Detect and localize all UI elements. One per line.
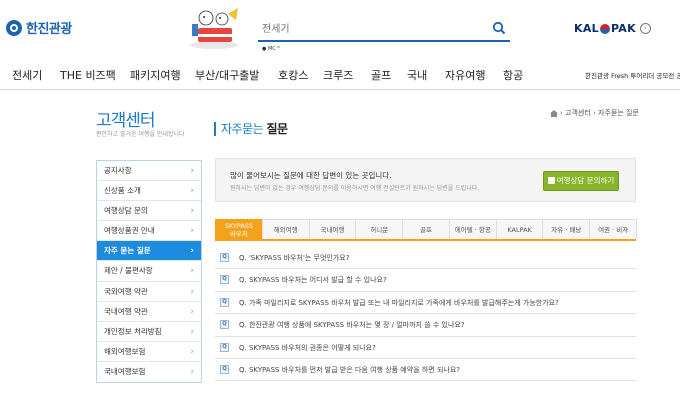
faq-item[interactable]: Q Q. SKYPASS 바우처를 먼저 발급 받은 다음 여행 상품 예약을 … — [215, 359, 636, 382]
mc-mark: ● MC™ — [262, 46, 281, 52]
nav-golf[interactable]: 골프 — [371, 67, 391, 83]
chevron-right-icon: › — [190, 366, 194, 377]
side-menu-notice[interactable]: 공지사항 › — [97, 161, 201, 182]
chevron-right-icon: › — [190, 306, 194, 317]
side-menu-privacy[interactable]: 개인정보 처리방침 › — [97, 322, 201, 342]
kalpak-logo[interactable]: KAL PAK › — [574, 22, 651, 35]
page-title-light: 자주묻는 — [221, 122, 267, 136]
chevron-right-icon: › — [190, 206, 194, 217]
tab-domestic[interactable]: 국내여행 — [308, 219, 357, 239]
site-header: 한진관광 ● MC™ KAL PAK › — [0, 0, 680, 60]
tab-skypass-voucher[interactable]: SKYPASS 바우처 — [215, 219, 263, 239]
nav-busan-daegu[interactable]: 부산/대구출발 — [195, 67, 259, 83]
page-title: 자주묻는 질문 — [214, 122, 288, 136]
customer-center-subtitle: 편안하고 즐거운 여행을 안내합니다 — [96, 131, 185, 138]
faq-question[interactable]: Q. SKYPASS 바우처를 먼저 발급 받은 다음 여행 상품 예약을 하면… — [239, 365, 460, 375]
chevron-right-icon: › — [190, 246, 194, 257]
nav-charter[interactable]: 전세기 — [12, 67, 42, 83]
tab-golf[interactable]: 골프 — [402, 219, 450, 239]
faq-question[interactable]: Q. 'SKYPASS 바우처'는 무엇인가요? — [239, 253, 349, 263]
question-icon: Q — [220, 342, 229, 352]
chevron-right-icon: › — [190, 186, 194, 197]
side-menu-suggestions[interactable]: 제안 / 불편사항 › — [97, 261, 201, 282]
faq-item[interactable]: Q Q. SKYPASS 바우처는 어디서 발급 할 수 있나요? — [215, 269, 636, 292]
side-menu-domestic-terms[interactable]: 국내여행 약관 › — [97, 302, 201, 322]
customer-center-title: 고객센터 — [96, 111, 156, 131]
kalpak-logo-icon — [599, 23, 610, 34]
tab-honeymoon[interactable]: 허니문 — [355, 219, 404, 239]
faq-question[interactable]: Q. 한진관광 여행 상품에 SKYPASS 바우처는 몇 장 / 얼마까지 쓸… — [239, 320, 465, 330]
side-menu-domestic-insurance[interactable]: 국내여행보험 › — [97, 362, 201, 382]
search-box — [258, 18, 510, 42]
nav-hocance[interactable]: 호캉스 — [278, 67, 308, 83]
tab-overseas[interactable]: 해외여행 — [261, 219, 310, 239]
faq-category-tabs: SKYPASS 바우처 해외여행 국내여행 허니문 골프 에어텔 · 항공 KA… — [215, 219, 638, 241]
question-icon: Q — [220, 297, 229, 307]
tab-kalpak[interactable]: KALPAK — [495, 219, 544, 239]
page-title-bold: 질문 — [266, 122, 288, 136]
faq-item[interactable]: Q Q. 가족 마일리지로 SKYPASS 바우처 발급 또는 내 마일리지로 … — [215, 292, 636, 315]
faq-question[interactable]: Q. 가족 마일리지로 SKYPASS 바우처 발급 또는 내 마일리지로 가족… — [239, 298, 559, 308]
question-icon: Q — [220, 364, 229, 374]
mascot-illustration — [190, 8, 238, 49]
main-navigation: 전세기 THE 비즈팩 패키지여행 부산/대구출발 호캉스 크루즈 골프 국내 … — [0, 60, 680, 90]
side-menu-gift-voucher[interactable]: 여행상품권 안내 › — [97, 221, 201, 242]
question-icon: Q — [220, 253, 229, 262]
nav-air[interactable]: 항공 — [503, 67, 523, 83]
tab-airtel-air[interactable]: 에어텔 · 항공 — [448, 219, 497, 239]
nav-domestic[interactable]: 국내 — [407, 67, 427, 83]
side-menu-faq[interactable]: 자주 묻는 질문 › — [97, 241, 201, 262]
faq-question[interactable]: Q. SKYPASS 바우처의 권종은 어떻게 되나요? — [239, 343, 376, 353]
info-main-text: 많이 물어보시는 질문에 대한 답변이 있는 곳입니다. — [230, 171, 392, 180]
home-icon[interactable] — [550, 109, 558, 117]
search-icon[interactable] — [492, 21, 506, 35]
faq-list: Q Q. 'SKYPASS 바우처'는 무엇인가요? Q Q. SKYPASS … — [215, 247, 636, 382]
info-sub-text: 원하시는 답변이 없는 경우 여행상담 문의를 이용하시면 여행 컨설턴트가 원… — [230, 185, 480, 192]
chevron-right-icon: › — [190, 346, 194, 357]
question-icon: Q — [220, 275, 229, 285]
question-icon: Q — [220, 320, 229, 330]
chevron-right-icon: › — [190, 266, 194, 277]
breadcrumb: › 고객센터 › 자주묻는 질문 — [550, 108, 639, 118]
chevron-right-icon: › — [190, 226, 194, 237]
faq-info-box: 많이 물어보시는 질문에 대한 답변이 있는 곳입니다. 원하시는 답변이 없는… — [215, 158, 636, 202]
consultation-icon — [547, 177, 555, 184]
tab-passport-visa[interactable]: 여권 · 비자 — [589, 219, 638, 239]
side-menu-new-products[interactable]: 신상품 소개 › — [97, 181, 201, 202]
chevron-right-icon: › — [190, 166, 194, 176]
ask-consultation-button[interactable]: 여행상담 문의하기 — [543, 171, 619, 191]
faq-item[interactable]: Q Q. 한진관광 여행 상품에 SKYPASS 바우처는 몇 장 / 얼마까지… — [215, 314, 636, 337]
nav-cruise[interactable]: 크루즈 — [323, 67, 353, 83]
tab-free-backpack[interactable]: 자유 · 배낭 — [542, 219, 591, 239]
faq-question[interactable]: Q. SKYPASS 바우처는 어디서 발급 할 수 있나요? — [239, 275, 387, 285]
faq-item[interactable]: Q Q. 'SKYPASS 바우처'는 무엇인가요? — [215, 247, 636, 270]
nav-free-travel[interactable]: 자유여행 — [445, 67, 485, 83]
side-menu-overseas-insurance[interactable]: 해외여행보험 › — [97, 342, 201, 362]
kalpak-logo-text: KAL — [574, 22, 599, 35]
search-input[interactable] — [262, 20, 482, 38]
chevron-right-icon: › — [190, 286, 194, 297]
side-menu-consultation[interactable]: 여행상담 문의 › — [97, 201, 201, 222]
chevron-right-icon: › — [190, 326, 194, 337]
logo-text: 한진관광 — [26, 22, 72, 37]
nav-package[interactable]: 패키지여행 — [130, 67, 181, 83]
side-menu-overseas-terms[interactable]: 국외여행 약관 › — [97, 282, 201, 302]
side-menu: 공지사항 › 신상품 소개 › 여행상담 문의 › 여행상품권 안내 › 자주 묻는 질… — [96, 160, 202, 384]
hanjin-logo-icon — [6, 19, 22, 36]
nav-the-bizpack[interactable]: THE 비즈팩 — [60, 67, 116, 83]
hanjin-logo[interactable]: 한진관광 — [6, 18, 72, 37]
chevron-right-icon[interactable]: › — [639, 23, 651, 34]
nav-promo-link[interactable]: 한진관광 Fresh 투어리더 공모전 공고 — [585, 70, 680, 80]
faq-item[interactable]: Q Q. SKYPASS 바우처의 권종은 어떻게 되나요? — [215, 337, 636, 359]
breadcrumb-text: › 고객센터 › 자주묻는 질문 — [560, 109, 639, 117]
